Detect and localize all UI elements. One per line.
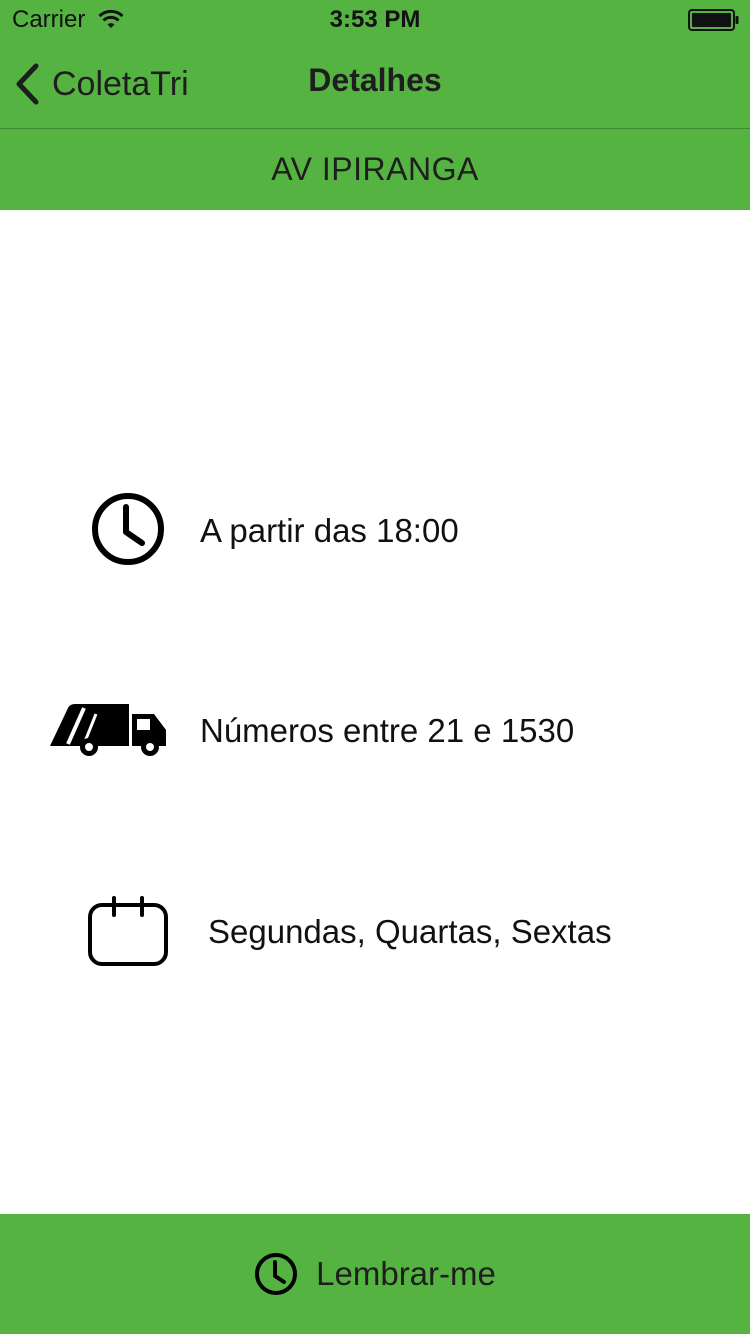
clock-icon (92, 493, 164, 565)
street-name: AV IPIRANGA (271, 151, 479, 187)
numbers-text: Números entre 21 e 1530 (200, 712, 575, 749)
street-header: AV IPIRANGA (0, 129, 750, 210)
status-time: 3:53 PM (329, 6, 421, 33)
battery-icon (688, 9, 739, 31)
days-row: Segundas, Quartas, Sextas (0, 895, 750, 985)
status-bar: Carrier 3:53 PM (0, 0, 750, 40)
page-title: Detalhes (308, 62, 442, 98)
days-text: Segundas, Quartas, Sextas (208, 913, 612, 950)
calendar-icon (88, 896, 168, 966)
navigation-bar: ColetaTri Detalhes (0, 40, 750, 129)
remind-me-button[interactable]: Lembrar-me (0, 1214, 750, 1334)
remind-me-label: Lembrar-me (316, 1255, 496, 1292)
schedule-text: A partir das 18:00 (200, 512, 459, 549)
garbage-truck-icon (50, 704, 166, 756)
clock-icon (255, 1253, 298, 1295)
schedule-row: A partir das 18:00 (0, 490, 750, 580)
numbers-row: Números entre 21 e 1530 (0, 700, 750, 790)
